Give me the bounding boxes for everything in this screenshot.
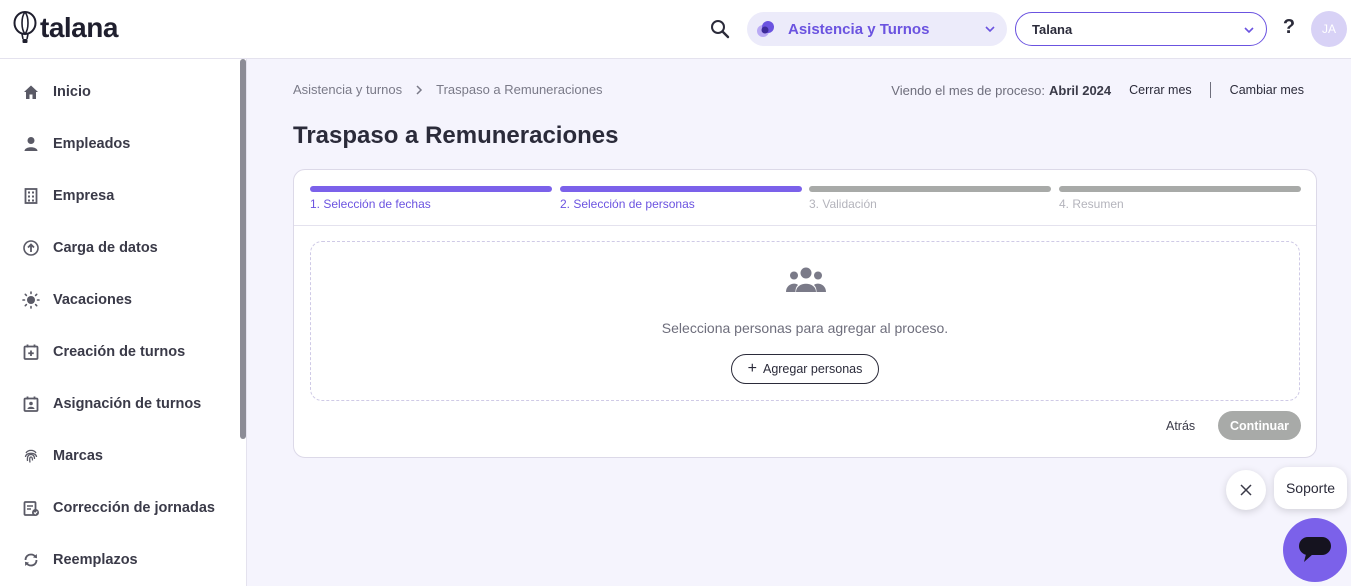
continue-button[interactable]: Continuar xyxy=(1218,411,1301,440)
sidebar-item-label: Carga de datos xyxy=(53,240,158,256)
sidebar-item-creacion-de-turnos[interactable]: Creación de turnos xyxy=(0,332,238,372)
step-progress-bar xyxy=(809,186,1051,192)
sidebar-item-reemplazos[interactable]: Reemplazos xyxy=(0,540,238,580)
sidebar-item-label: Reemplazos xyxy=(53,552,138,568)
chat-launcher-button[interactable] xyxy=(1283,518,1347,582)
sidebar-item-inicio[interactable]: Inicio xyxy=(0,72,238,112)
chevron-down-icon xyxy=(985,26,995,33)
balloon-icon xyxy=(13,11,37,43)
chat-icon xyxy=(1299,537,1331,562)
search-button[interactable] xyxy=(708,17,732,41)
building-icon xyxy=(22,187,40,205)
module-label: Asistencia y Turnos xyxy=(788,20,930,38)
sidebar-item-asignacion-de-turnos[interactable]: Asignación de turnos xyxy=(0,384,238,424)
empty-state-message: Selecciona personas para agregar al proc… xyxy=(661,320,949,336)
step-validacion[interactable]: 3. Validación xyxy=(809,186,1051,211)
breadcrumb: Asistencia y turnos Traspaso a Remunerac… xyxy=(293,82,603,97)
add-people-label: Agregar personas xyxy=(762,362,863,376)
close-month-link[interactable]: Cerrar mes xyxy=(1129,83,1192,97)
step-resumen[interactable]: 4. Resumen xyxy=(1059,186,1301,211)
calendar-add-icon xyxy=(22,343,40,361)
back-button[interactable]: Atrás xyxy=(1166,419,1195,433)
help-button[interactable]: ? xyxy=(1280,16,1298,39)
sidebar-scrollbar[interactable] xyxy=(240,59,246,439)
step-progress-bar xyxy=(1059,186,1301,192)
period-value: Abril 2024 xyxy=(1049,82,1112,98)
sidebar: Inicio Empleados Empresa Carga de datos … xyxy=(0,59,247,586)
company-label: Talana xyxy=(1032,21,1073,37)
sidebar-item-carga-de-datos[interactable]: Carga de datos xyxy=(0,228,238,268)
sidebar-item-label: Corrección de jornadas xyxy=(53,500,215,516)
avatar[interactable]: JA xyxy=(1311,11,1347,47)
search-icon xyxy=(711,20,730,39)
company-selector[interactable]: Talana xyxy=(1015,12,1267,46)
person-icon xyxy=(22,135,40,153)
module-logo-icon xyxy=(757,21,774,37)
wizard-card: 1. Selección de fechas 2. Selección de p… xyxy=(293,169,1317,458)
change-month-link[interactable]: Cambiar mes xyxy=(1230,83,1304,97)
period-divider xyxy=(1209,82,1211,98)
logo-text: talana xyxy=(40,12,118,43)
calendar-person-icon xyxy=(22,395,40,413)
sidebar-item-label: Creación de turnos xyxy=(53,344,186,360)
sidebar-item-label: Empleados xyxy=(53,136,131,152)
swap-icon xyxy=(22,551,40,569)
people-group-icon xyxy=(786,267,826,292)
sidebar-item-label: Asignación de turnos xyxy=(53,396,202,412)
step-seleccion-de-fechas[interactable]: 1. Selección de fechas xyxy=(310,186,552,211)
step-label: 4. Resumen xyxy=(1059,197,1124,211)
sidebar-item-empleados[interactable]: Empleados xyxy=(0,124,238,164)
step-seleccion-de-personas[interactable]: 2. Selección de personas xyxy=(560,186,802,211)
fingerprint-icon xyxy=(22,447,40,465)
sidebar-item-vacaciones[interactable]: Vacaciones xyxy=(0,280,238,320)
calendar-edit-icon xyxy=(22,499,40,517)
people-dropzone: Selecciona personas para agregar al proc… xyxy=(310,241,1300,401)
divider xyxy=(294,225,1316,226)
breadcrumb-parent[interactable]: Asistencia y turnos xyxy=(293,82,402,97)
sidebar-item-label: Marcas xyxy=(53,448,103,464)
period-prefix: Viendo el mes de proceso: xyxy=(891,82,1045,98)
sun-icon xyxy=(22,291,40,309)
sidebar-item-correccion-de-jornadas[interactable]: Corrección de jornadas xyxy=(0,488,238,528)
sidebar-item-empresa[interactable]: Empresa xyxy=(0,176,238,216)
chevron-right-icon xyxy=(414,84,424,96)
sidebar-item-marcas[interactable]: Marcas xyxy=(0,436,238,476)
step-label: 3. Validación xyxy=(809,197,877,211)
sidebar-item-label: Inicio xyxy=(53,84,91,100)
plus-icon: + xyxy=(747,360,757,377)
sidebar-item-label: Empresa xyxy=(53,188,115,204)
step-progress-bar xyxy=(560,186,802,192)
home-icon xyxy=(22,83,40,101)
sidebar-item-label: Vacaciones xyxy=(53,292,132,308)
close-support-button[interactable] xyxy=(1226,470,1266,510)
breadcrumb-current: Traspaso a Remuneraciones xyxy=(436,82,603,97)
close-icon xyxy=(1240,484,1252,496)
module-selector[interactable]: Asistencia y Turnos xyxy=(747,12,1007,46)
process-period: Viendo el mes de proceso: Abril 2024 Cer… xyxy=(891,82,1304,98)
step-progress-bar xyxy=(310,186,552,192)
support-label-bubble[interactable]: Soporte xyxy=(1274,467,1347,509)
page-title: Traspaso a Remuneraciones xyxy=(293,122,619,149)
stepper: 1. Selección de fechas 2. Selección de p… xyxy=(310,186,1301,226)
talana-logo[interactable]: talana xyxy=(12,11,118,45)
add-people-button[interactable]: + Agregar personas xyxy=(731,354,879,384)
step-label: 2. Selección de personas xyxy=(560,197,695,211)
chevron-down-icon xyxy=(1244,27,1254,34)
step-label: 1. Selección de fechas xyxy=(310,197,431,211)
upload-icon xyxy=(22,239,40,257)
top-bar: talana Asistencia y Turnos Talana ? JA xyxy=(0,0,1351,59)
